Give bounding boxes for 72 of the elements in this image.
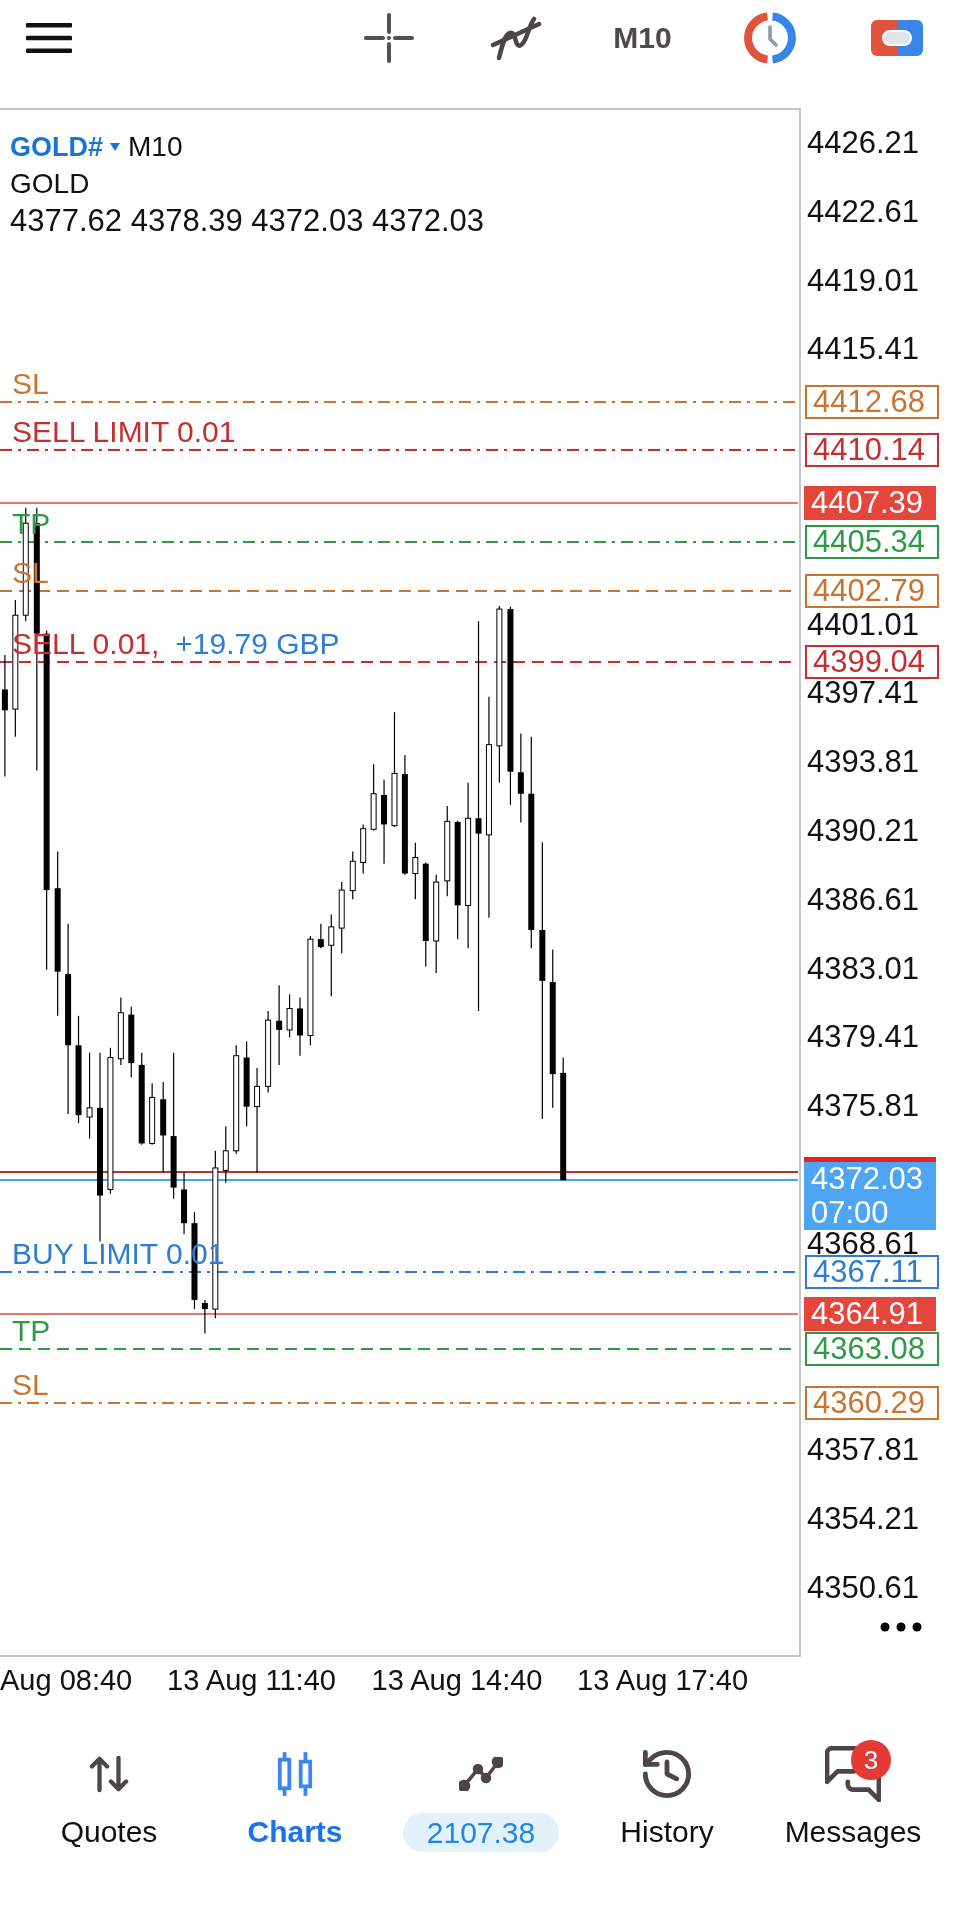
symbol-name: GOLD — [10, 167, 90, 201]
order-label: SELL LIMIT 0.01 — [12, 417, 236, 448]
ohlc-values: 4377.62 4378.39 4372.03 4372.03 — [10, 202, 485, 239]
price-label: 4357.81 — [807, 1437, 920, 1464]
candle — [181, 1171, 188, 1235]
line-chart-icon — [459, 1757, 503, 1791]
price-label: 4390.21 — [807, 818, 920, 844]
price-tag: 4363.08 — [805, 1332, 939, 1367]
price-label: 4350.61 — [807, 1574, 920, 1601]
price-label: 4422.61 — [807, 198, 920, 225]
candle — [412, 842, 419, 900]
nav-tab[interactable]: Messages 3 — [760, 1740, 946, 1852]
candlestick-icon — [276, 1751, 314, 1797]
crosshair-icon — [363, 13, 414, 63]
history-icon — [642, 1749, 692, 1799]
caret-icon — [110, 142, 120, 151]
candle — [128, 1006, 135, 1078]
candle — [222, 1125, 229, 1184]
price-tag: 4360.29 — [805, 1385, 939, 1420]
price-label: 4415.41 — [807, 336, 920, 363]
time-label: 13 Aug 11:40 — [166, 1663, 337, 1698]
price-tag: 4407.39 — [804, 485, 936, 520]
price-tag: 4399.04 — [805, 645, 939, 680]
price-tag: 4402.79 — [805, 573, 939, 608]
nav-tab[interactable]: Quotes — [16, 1740, 202, 1852]
candle — [297, 996, 303, 1057]
price-label: 4397.41 — [807, 680, 920, 707]
curve-icon — [489, 15, 542, 61]
toggle-icon — [870, 20, 923, 56]
time-label: 13 Aug 17:40 — [576, 1663, 750, 1698]
candle — [149, 1082, 156, 1146]
nav-tab[interactable]: History — [574, 1740, 760, 1852]
price-tag: 4412.68 — [805, 384, 939, 419]
candle — [360, 823, 367, 875]
price-label: 4379.41 — [807, 1024, 920, 1051]
price-tag: 4367.11 — [805, 1255, 939, 1290]
price-label: 4386.61 — [807, 886, 920, 913]
order-label: TP — [12, 1316, 51, 1347]
candle — [201, 1299, 208, 1335]
price-label: 4401.01 — [807, 611, 920, 638]
clock-icon — [743, 12, 796, 64]
price-text: 4372.03 — [811, 1162, 925, 1196]
candle — [286, 993, 293, 1038]
menu-icon — [26, 23, 72, 53]
notification-badge: 3 — [851, 1740, 891, 1780]
more-icon[interactable] — [880, 1622, 922, 1632]
symbol-selector[interactable]: GOLD# — [10, 129, 120, 164]
candle — [317, 923, 324, 949]
price-label: 4383.01 — [807, 955, 920, 982]
time-label: Aug 08:40 — [0, 1663, 133, 1698]
time-text: 07:00 — [811, 1196, 890, 1230]
profit-label: +19.79 GBP — [175, 629, 340, 660]
balance-label: 2107.38 — [402, 1813, 560, 1852]
candle — [349, 850, 356, 900]
price-label: 4393.81 — [807, 749, 920, 776]
price-label: 4426.21 — [807, 130, 920, 156]
price-label: 4419.01 — [807, 267, 920, 294]
price-label: 4368.61 — [807, 1230, 920, 1257]
price-tag: 4364.91 — [804, 1297, 936, 1332]
candle — [117, 996, 124, 1066]
price-tag: 4405.34 — [805, 524, 939, 559]
price-label: 4354.21 — [807, 1506, 920, 1532]
timeframe-button[interactable]: M10 — [607, 16, 678, 60]
price-label: 4375.81 — [807, 1093, 920, 1120]
timeframe-label: M10 — [128, 129, 183, 164]
price-tag: 4410.14 — [805, 433, 939, 468]
time-label: 13 Aug 14:40 — [370, 1663, 544, 1698]
arrows-up-down-icon — [89, 1755, 129, 1793]
nav-tab[interactable]: Charts — [202, 1740, 388, 1852]
order-label: SL — [12, 1369, 49, 1400]
order-label: SL — [12, 368, 49, 399]
candle — [370, 763, 377, 832]
